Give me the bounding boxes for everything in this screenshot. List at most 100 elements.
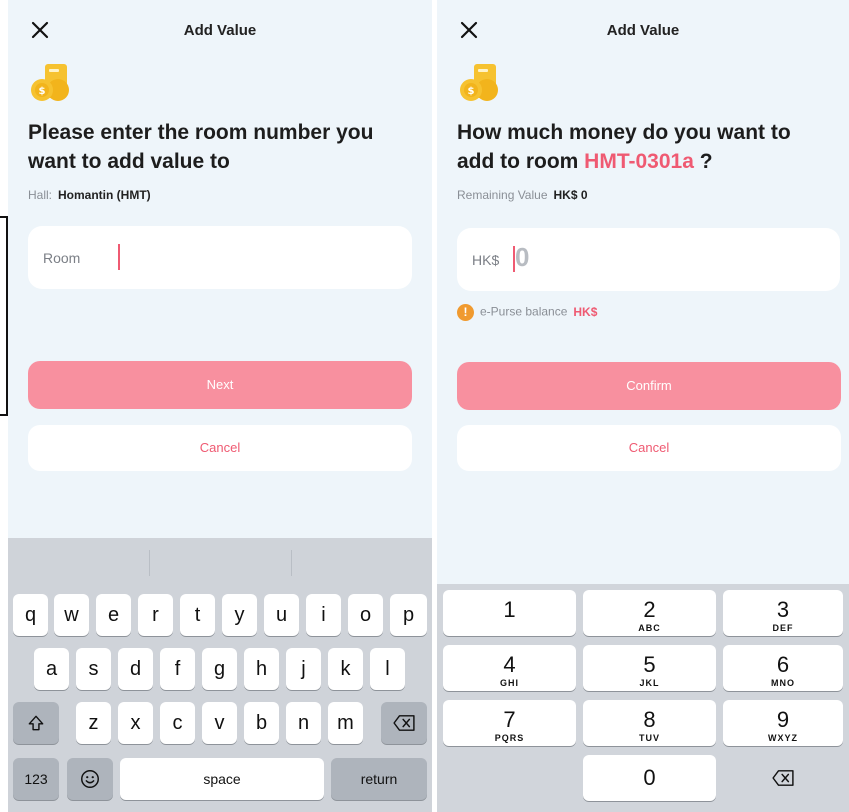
keypad-digit: 0 xyxy=(643,765,656,790)
key-p[interactable]: p xyxy=(390,594,427,636)
svg-text:$: $ xyxy=(468,86,475,97)
page-title: Add Value xyxy=(606,22,680,39)
key-h[interactable]: h xyxy=(244,648,279,690)
return-key[interactable]: return xyxy=(331,758,427,800)
keypad-letters: GHI xyxy=(499,678,519,688)
page-title: Add Value xyxy=(183,22,257,39)
headline-suffix: ? xyxy=(699,150,713,173)
keypad-digit: 4 xyxy=(503,652,516,677)
hall-label: Hall: xyxy=(28,188,53,202)
amount-value: 0 xyxy=(515,242,530,272)
key-k[interactable]: k xyxy=(328,648,363,690)
numeric-keypad: 1 2 ABC 3 DEF 4 GHI 5 JKL 6 MNO 7 PQRS 8 xyxy=(437,584,849,812)
keypad-digit: 9 xyxy=(776,707,790,732)
key-i[interactable]: i xyxy=(306,594,341,636)
keypad-digit: 8 xyxy=(643,707,656,732)
key-x[interactable]: x xyxy=(118,702,153,744)
key-b[interactable]: b xyxy=(244,702,279,744)
keypad-3[interactable]: 3 DEF xyxy=(723,590,843,636)
key-g[interactable]: g xyxy=(202,648,237,690)
keypad-letters: TUV xyxy=(639,733,660,743)
keypad-letters: ABC xyxy=(638,623,661,633)
space-key[interactable]: space xyxy=(120,758,324,800)
key-t[interactable]: t xyxy=(180,594,215,636)
keypad-8[interactable]: 8 TUV xyxy=(583,700,716,746)
key-j[interactable]: j xyxy=(286,648,321,690)
coin-stack-icon: $ xyxy=(457,62,503,104)
hall-value: Homantin (HMT) xyxy=(58,188,151,202)
delete-key[interactable] xyxy=(381,702,427,744)
key-e[interactable]: e xyxy=(96,594,131,636)
cancel-button[interactable]: Cancel xyxy=(28,425,412,471)
selection-bracket xyxy=(0,216,8,416)
key-z[interactable]: z xyxy=(76,702,111,744)
key-a[interactable]: a xyxy=(34,648,69,690)
epurse-label: e-Purse balance xyxy=(480,304,568,319)
key-y[interactable]: y xyxy=(222,594,257,636)
keypad-9[interactable]: 9 WXYZ xyxy=(723,700,843,746)
keypad-digit: 7 xyxy=(503,707,516,732)
keypad-4[interactable]: 4 GHI xyxy=(443,645,576,691)
remaining-value: HK$ 0 xyxy=(553,188,588,202)
confirm-button[interactable]: Confirm xyxy=(457,362,841,410)
suggestion-divider xyxy=(291,550,292,576)
key-q[interactable]: q xyxy=(13,594,48,636)
epurse-value: HK$ xyxy=(573,304,598,319)
key-n[interactable]: n xyxy=(286,702,321,744)
keypad-6[interactable]: 6 MNO xyxy=(723,645,843,691)
warning-icon: ! xyxy=(457,304,474,321)
keypad-digit: 1 xyxy=(503,597,516,622)
shift-icon xyxy=(28,715,44,731)
key-v[interactable]: v xyxy=(202,702,237,744)
coin-stack-icon: $ xyxy=(28,62,74,104)
keypad-2[interactable]: 2 ABC xyxy=(583,590,716,636)
remaining-label: Remaining Value xyxy=(457,188,548,202)
suggestion-divider xyxy=(149,550,150,576)
key-c[interactable]: c xyxy=(160,702,195,744)
keypad-7[interactable]: 7 PQRS xyxy=(443,700,576,746)
key-m[interactable]: m xyxy=(328,702,363,744)
keypad-digit: 6 xyxy=(776,652,790,677)
numbers-key[interactable]: 123 xyxy=(13,758,59,800)
keypad-letters: JKL xyxy=(639,678,660,688)
key-u[interactable]: u xyxy=(264,594,299,636)
key-o[interactable]: o xyxy=(348,594,383,636)
svg-text:$: $ xyxy=(39,86,46,97)
keypad-digit: 5 xyxy=(643,652,656,677)
key-w[interactable]: w xyxy=(54,594,89,636)
right-screen-amount-entry: Add Value $ How much money do you want t… xyxy=(437,0,849,812)
room-label: Room xyxy=(43,250,81,266)
keypad-0[interactable]: 0 xyxy=(583,755,716,801)
key-s[interactable]: s xyxy=(76,648,111,690)
next-button[interactable]: Next xyxy=(28,361,412,409)
qwerty-keyboard: q w e r t y u i o p a s d f g h j k l z … xyxy=(8,538,432,812)
hall-info: Hall: Homantin (HMT) xyxy=(28,188,151,202)
left-screen-room-entry: Add Value $ Please enter the room number… xyxy=(8,0,432,812)
keypad-digit: 2 xyxy=(643,597,656,622)
keypad-letters: DEF xyxy=(772,623,794,633)
keypad-5[interactable]: 5 JKL xyxy=(583,645,716,691)
cancel-button[interactable]: Cancel xyxy=(457,425,841,471)
keypad-letters: MNO xyxy=(771,678,795,688)
keypad-1[interactable]: 1 xyxy=(443,590,576,636)
keypad-letters: PQRS xyxy=(494,733,525,743)
headline: How much money do you want to add to roo… xyxy=(457,118,829,176)
keypad-letters: WXYZ xyxy=(768,733,798,743)
room-input[interactable]: Room xyxy=(28,226,412,289)
emoji-icon xyxy=(81,770,99,788)
text-caret xyxy=(118,244,120,270)
room-code: HMT-0301a xyxy=(584,150,694,173)
remaining-info: Remaining Value HK$ 0 xyxy=(457,188,588,202)
shift-key[interactable] xyxy=(13,702,59,744)
key-d[interactable]: d xyxy=(118,648,153,690)
backspace-icon xyxy=(772,770,794,786)
key-f[interactable]: f xyxy=(160,648,195,690)
backspace-icon xyxy=(393,715,415,731)
keypad-digit: 3 xyxy=(776,597,790,622)
key-l[interactable]: l xyxy=(370,648,405,690)
keypad-delete-key[interactable] xyxy=(723,755,843,801)
currency-label: HK$ xyxy=(472,252,500,268)
key-r[interactable]: r xyxy=(138,594,173,636)
amount-input[interactable]: HK$ 0 xyxy=(457,228,840,291)
emoji-key[interactable] xyxy=(67,758,113,800)
